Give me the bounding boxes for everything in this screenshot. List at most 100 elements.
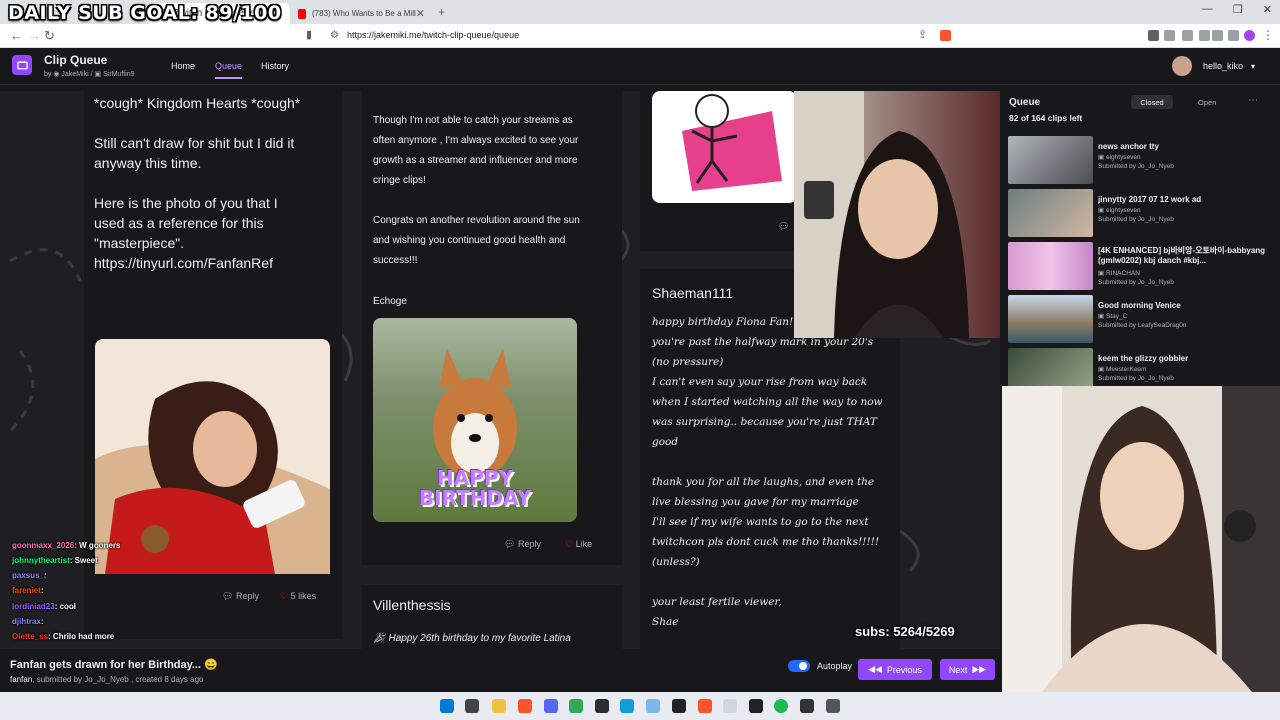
app-header: Clip Queue by ◉ JakeMiki / ▣ SirMuffin9 … [0,48,1280,85]
user-menu[interactable]: hello_kiko ▾ [1172,56,1255,76]
app-icon[interactable] [749,699,763,713]
extension-icon[interactable] [1212,30,1223,41]
heart-icon: ♡ [280,591,289,601]
nav-home[interactable]: Home [171,61,195,71]
close-icon[interactable]: ✕ [416,7,425,20]
heart-icon: ♡ [565,539,574,549]
obs-icon[interactable] [595,699,609,713]
autoplay-label: Autoplay [817,661,853,671]
likes-button[interactable]: ♡ 5 likes [280,591,316,602]
queue-open-toggle[interactable]: Open [1198,98,1216,107]
party-icon: 🎉︎ [373,633,386,644]
next-button[interactable]: Next ▶▶ [940,659,995,680]
message-link[interactable]: https://tinyurl.com/FanfanRef [94,255,273,271]
nav-history[interactable]: History [261,61,289,71]
tab-millionaire[interactable]: (783) Who Wants to Be a Millionair... ✕ [290,3,433,24]
webcam-feed [1002,386,1280,692]
terminal-icon[interactable] [800,699,814,713]
birthday-gif: HAPPY BIRTHDAY [373,318,577,522]
extension-icon[interactable] [1182,30,1193,41]
avatar [1172,56,1192,76]
message-author: Villenthessis [373,597,451,613]
queue-closed-toggle[interactable]: Closed [1131,95,1173,109]
site-info-icon[interactable]: ⚙ [330,30,339,41]
chat-message: lordiniad23: cool [12,602,77,611]
queue-item[interactable]: Good morning Venice ▣ Stay_C Submitted b… [1008,295,1272,343]
maximize-icon[interactable]: ❐ [1233,3,1243,16]
bookmark-icon[interactable]: ▮ [306,28,312,41]
message-text: cringe clips! [373,175,426,186]
clip-thumbnail [1008,136,1093,184]
message-card: *cough* Kingdom Hearts *cough* Still can… [84,91,342,639]
message-text: Still can't draw for shit but I did it [94,135,295,151]
channel-link[interactable]: fanfan [10,675,32,684]
message-text: happy birthday Fiona Fan!!! [652,316,802,328]
extension-icon[interactable] [1148,30,1159,41]
share-icon[interactable]: ⇪ [918,28,927,41]
url-field[interactable]: https://jakemiki.me/twitch-clip-queue/qu… [347,30,519,40]
chat-message: fareniet: [12,586,44,595]
menu-icon[interactable]: ⋮ [1262,28,1274,42]
queue-item[interactable]: [4K ENHANCED] bj바비앙-오토바이-babbyang (gmlw0… [1008,242,1272,290]
autoplay-toggle[interactable] [788,660,810,672]
file-explorer-icon[interactable] [492,699,506,713]
channel-icon: ▣ [1098,313,1105,320]
author-link[interactable]: JakeMiki [61,71,88,78]
extension-icon[interactable] [1199,30,1210,41]
profile-icon[interactable] [1244,30,1255,41]
chat-message: djihtrax: [12,617,44,626]
app-byline: by ◉ JakeMiki / ▣ SirMuffin9 [44,71,135,78]
nav-queue[interactable]: Queue [215,61,243,79]
task-view-icon[interactable] [465,699,479,713]
app-icon[interactable] [723,699,737,713]
message-text: I'll see if my wife wants to go to the n… [652,516,869,528]
extension-icon[interactable] [1228,30,1239,41]
clip-thumbnail [1008,295,1093,343]
clip-thumbnail [1008,242,1093,290]
more-options-icon[interactable]: ⋯ [1248,95,1258,106]
new-tab-icon[interactable]: + [438,5,445,19]
chat-bubble-icon[interactable]: 💬︎ [778,221,789,232]
close-window-icon[interactable]: ✕ [1263,3,1272,16]
channel-icon: ▣ [1098,154,1105,161]
spotify-icon[interactable] [774,699,788,713]
app-icon[interactable] [672,699,686,713]
previous-button[interactable]: ◀◀ Previous [858,659,932,680]
clip-footer: Fanfan gets drawn for her Birthday... 😄 … [0,649,1000,692]
edge-icon[interactable] [620,699,634,713]
chat-bubble-icon: 💬︎ [222,591,234,601]
minimize-icon[interactable]: — [1202,3,1213,16]
brave-icon[interactable] [518,699,532,713]
windows-start-icon[interactable] [440,699,454,713]
channel-icon: ▣ [1098,270,1105,277]
back-icon[interactable]: ← [10,28,23,43]
extension-icon[interactable] [1164,30,1175,41]
forward-icon[interactable]: → [28,28,41,43]
brave-icon[interactable] [698,699,712,713]
chat-message: goonmaxx_2026: W gooners [12,541,121,550]
app-icon[interactable] [646,699,660,713]
address-bar: ← → ↻ ▮ ⚙ https://jakemiki.me/twitch-cli… [0,24,1280,48]
brave-shield-icon[interactable] [940,30,951,41]
queue-item[interactable]: jinnytty 2017 07 12 work ad ▣ eightyseve… [1008,189,1272,237]
app-logo-icon [12,55,32,75]
message-text: often anymore , I'm always excited to se… [373,135,579,146]
tab-title: (783) Who Wants to Be a Millionair... [312,9,416,18]
clip-thumbnail [1008,189,1093,237]
like-button[interactable]: ♡ Like [565,539,592,550]
reply-button[interactable]: 💬︎ Reply [222,591,259,602]
author-link[interactable]: SirMuffin9 [103,71,134,78]
sticker-image [652,91,797,203]
chat-icon: ▣ [94,71,102,78]
discord-icon[interactable] [544,699,558,713]
app-icon[interactable] [826,699,840,713]
chrome-icon[interactable] [569,699,583,713]
reply-button[interactable]: 💬︎ Reply [504,539,541,550]
queue-item[interactable]: news anchor tty ▣ eightyseven Submitted … [1008,136,1272,184]
rewind-icon: ◀◀ [868,664,882,674]
fanart-drawing [95,339,330,574]
message-text: twitchcon pls dont cuck me tho thanks!!!… [652,536,880,548]
reload-icon[interactable]: ↻ [44,28,55,44]
message-text: (unless?) [652,556,700,568]
username: hello_kiko [1203,61,1244,71]
